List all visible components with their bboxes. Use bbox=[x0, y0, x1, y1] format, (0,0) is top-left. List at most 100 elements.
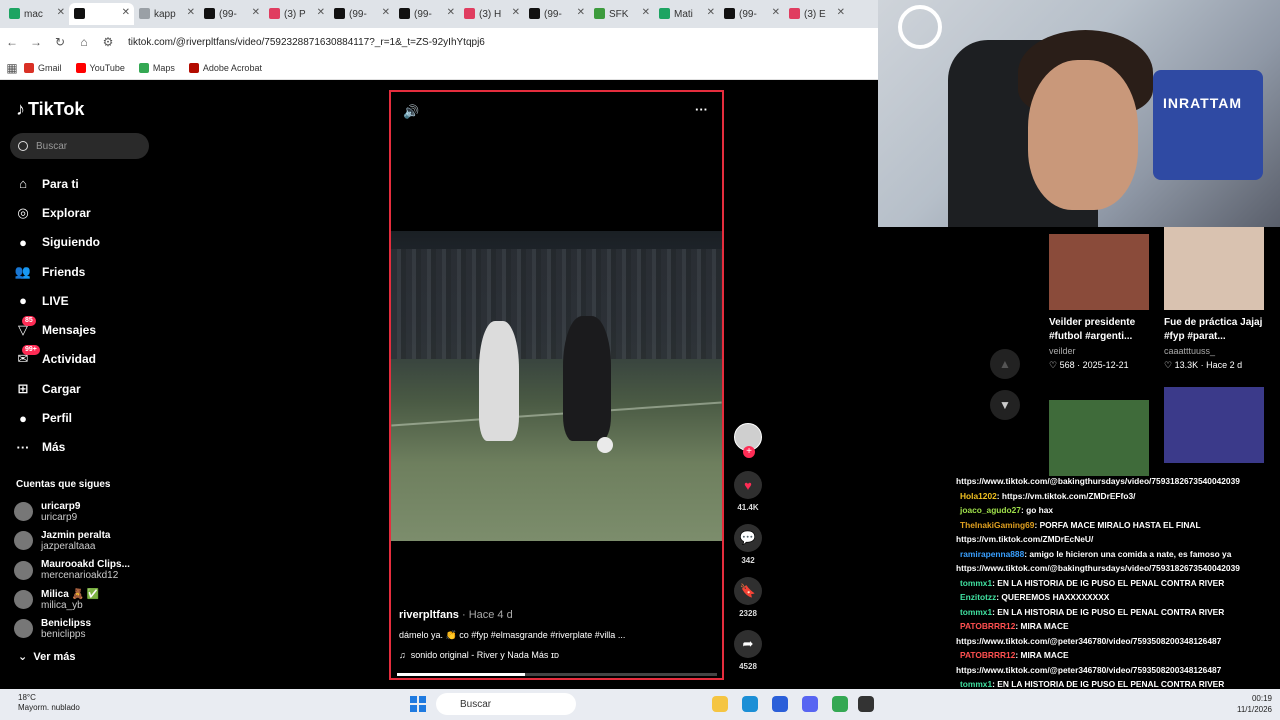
browser-tab[interactable]: (99- ✕ bbox=[394, 3, 459, 25]
back-icon[interactable]: ← bbox=[0, 35, 24, 49]
video-thumbnail[interactable] bbox=[1049, 400, 1149, 476]
tab-close-icon[interactable]: ✕ bbox=[187, 7, 195, 18]
see-more-link[interactable]: ⌄ Ver más bbox=[18, 650, 76, 663]
sidebar-item-actividad[interactable]: ✉ 99+ Actividad bbox=[14, 345, 100, 374]
browser-tab[interactable]: Mati ✕ bbox=[654, 3, 719, 25]
tab-close-icon[interactable]: ✕ bbox=[772, 7, 780, 18]
tab-close-icon[interactable]: ✕ bbox=[512, 7, 520, 18]
store-icon[interactable] bbox=[772, 696, 788, 712]
browser-tab[interactable]: (99- ✕ bbox=[719, 3, 784, 25]
browser-tab[interactable]: mac ✕ bbox=[4, 3, 69, 25]
clock[interactable]: 00:19 11/1/2026 bbox=[1237, 693, 1272, 715]
chrome-icon[interactable] bbox=[832, 696, 848, 712]
video-description[interactable]: dámelo ya. 👏 co #fyp #elmasgrande #river… bbox=[399, 630, 699, 641]
following-account[interactable]: Maurooakd Clips... mercenarioakd12 bbox=[14, 556, 130, 585]
bookmark-item[interactable]: YouTube bbox=[75, 62, 125, 73]
recommended-video-card[interactable] bbox=[1049, 400, 1159, 476]
next-video-button[interactable]: ▼ bbox=[990, 390, 1020, 420]
sidebar-item-para-ti[interactable]: ⌂ Para ti bbox=[14, 169, 100, 198]
recommended-video-card[interactable]: Fue de práctica Jajaj #fyp #parat... caaa… bbox=[1164, 227, 1274, 371]
site-info-icon[interactable]: ⚙ bbox=[96, 35, 120, 49]
tab-close-icon[interactable]: ✕ bbox=[252, 7, 260, 18]
volume-icon[interactable]: 🔊 bbox=[403, 104, 419, 120]
browser-tab[interactable]: SFK ✕ bbox=[589, 3, 654, 25]
chat-message: Hola1202: https://vm.tiktok.com/ZMDrEFfo… bbox=[956, 489, 1280, 504]
forward-icon[interactable]: → bbox=[24, 35, 48, 49]
browser-tab[interactable]: (3) H ✕ bbox=[459, 3, 524, 25]
tab-close-icon[interactable]: ✕ bbox=[837, 7, 845, 18]
following-account[interactable]: Milica 🧸 ✅ milica_yb bbox=[14, 585, 130, 614]
sidebar-item-live[interactable]: ● LIVE bbox=[14, 286, 100, 315]
recommended-video-card[interactable]: Veilder presidente #futbol #argenti... ve… bbox=[1049, 234, 1159, 371]
discord-icon[interactable] bbox=[802, 696, 818, 712]
sidebar-item-perfil[interactable]: ● Perfil bbox=[14, 403, 100, 432]
app-icon[interactable] bbox=[858, 696, 874, 712]
tab-label: SFK bbox=[609, 8, 629, 20]
progress-bar[interactable] bbox=[397, 673, 717, 676]
tab-close-icon[interactable]: ✕ bbox=[382, 7, 390, 18]
share-icon[interactable]: ➦ bbox=[734, 630, 762, 658]
creator-avatar[interactable]: + bbox=[734, 423, 762, 458]
search-input[interactable]: Buscar bbox=[10, 133, 149, 159]
video-thumbnail[interactable] bbox=[1164, 227, 1264, 310]
video-author[interactable]: riverpltfans · Hace 4 d bbox=[399, 609, 699, 621]
apps-grid-icon[interactable]: ▦ bbox=[0, 61, 24, 75]
tab-close-icon[interactable]: ✕ bbox=[707, 7, 715, 18]
video-thumbnail[interactable] bbox=[1164, 387, 1264, 463]
weather-widget[interactable]: 18°C Mayorm. nublado bbox=[18, 693, 80, 713]
save-action[interactable]: 🔖 2328 bbox=[731, 577, 765, 618]
tab-close-icon[interactable]: ✕ bbox=[57, 7, 65, 18]
tab-close-icon[interactable]: ✕ bbox=[642, 7, 650, 18]
comment-icon[interactable]: 💬 bbox=[734, 524, 762, 552]
windows-start-icon[interactable] bbox=[410, 696, 426, 712]
tab-favicon-icon bbox=[724, 8, 735, 19]
browser-tab[interactable]: (3) P ✕ bbox=[264, 3, 329, 25]
tab-close-icon[interactable]: ✕ bbox=[577, 7, 585, 18]
browser-tab[interactable]: kapp ✕ bbox=[134, 3, 199, 25]
sidebar-item-friends[interactable]: 👥 Friends bbox=[14, 257, 100, 286]
previous-video-button[interactable]: ▲ bbox=[990, 349, 1020, 379]
tab-favicon-icon bbox=[269, 8, 280, 19]
recommended-video-card[interactable] bbox=[1164, 387, 1274, 463]
home-icon[interactable]: ⌂ bbox=[72, 35, 96, 49]
video-thumbnail[interactable] bbox=[1049, 234, 1149, 310]
browser-tab[interactable]: (3) E ✕ bbox=[784, 3, 849, 25]
tiktok-logo[interactable]: ♪ TikTok bbox=[16, 99, 84, 120]
bookmark-item[interactable]: Adobe Acrobat bbox=[188, 62, 262, 73]
following-account[interactable]: uricarp9 uricarp9 bbox=[14, 497, 130, 526]
tab-close-icon[interactable]: ✕ bbox=[122, 7, 130, 18]
edge-icon[interactable] bbox=[742, 696, 758, 712]
stream-chat: https://www.tiktok.com/@bakingthursdays/… bbox=[956, 474, 1280, 720]
more-options-icon[interactable]: ··· bbox=[695, 102, 708, 117]
tab-close-icon[interactable]: ✕ bbox=[447, 7, 455, 18]
chat-text: : QUEREMOS HAXXXXXXXX bbox=[996, 592, 1110, 602]
taskbar-search[interactable]: Buscar bbox=[436, 693, 576, 715]
sidebar-item-cargar[interactable]: ⊞ Cargar bbox=[14, 374, 100, 403]
sidebar-item-mensajes[interactable]: ▽ 85 Mensajes bbox=[14, 315, 100, 344]
browser-tab[interactable]: ✕ bbox=[69, 3, 134, 25]
file-explorer-icon[interactable] bbox=[712, 696, 728, 712]
following-account[interactable]: Jazmin peralta jazperaltaaa bbox=[14, 526, 130, 555]
url-field[interactable]: tiktok.com/@riverpltfans/video/759232887… bbox=[128, 36, 485, 48]
tab-close-icon[interactable]: ✕ bbox=[317, 7, 325, 18]
sidebar-item-siguiendo[interactable]: ● Siguiendo bbox=[14, 228, 100, 257]
browser-tab[interactable]: (99- ✕ bbox=[199, 3, 264, 25]
heart-icon[interactable]: ♥ bbox=[734, 471, 762, 499]
following-account[interactable]: Beniclipss beniclipps bbox=[14, 614, 130, 643]
bookmark-icon[interactable]: 🔖 bbox=[734, 577, 762, 605]
tab-label: (99- bbox=[739, 8, 757, 20]
sidebar-item-explorar[interactable]: ◎ Explorar bbox=[14, 198, 100, 227]
notification-badge: 99+ bbox=[22, 345, 40, 356]
browser-tab[interactable]: (99- ✕ bbox=[329, 3, 394, 25]
sidebar-item-más[interactable]: ··· Más bbox=[14, 433, 100, 462]
comment-action[interactable]: 💬 342 bbox=[731, 524, 765, 565]
bookmark-item[interactable]: Gmail bbox=[24, 62, 62, 73]
share-action[interactable]: ➦ 4528 bbox=[731, 630, 765, 671]
reload-icon[interactable]: ↻ bbox=[48, 35, 72, 49]
like-action[interactable]: ♥ 41.4K bbox=[731, 471, 765, 512]
follow-plus-icon[interactable]: + bbox=[743, 446, 755, 458]
bookmark-item[interactable]: Maps bbox=[138, 62, 175, 73]
video-player[interactable]: 🔊 ··· riverpltfans · Hace 4 d dámelo ya.… bbox=[389, 90, 724, 680]
browser-tab[interactable]: (99- ✕ bbox=[524, 3, 589, 25]
video-sound[interactable]: ♫ sonido original - River y Nada Más ɪᴅ bbox=[399, 650, 699, 660]
